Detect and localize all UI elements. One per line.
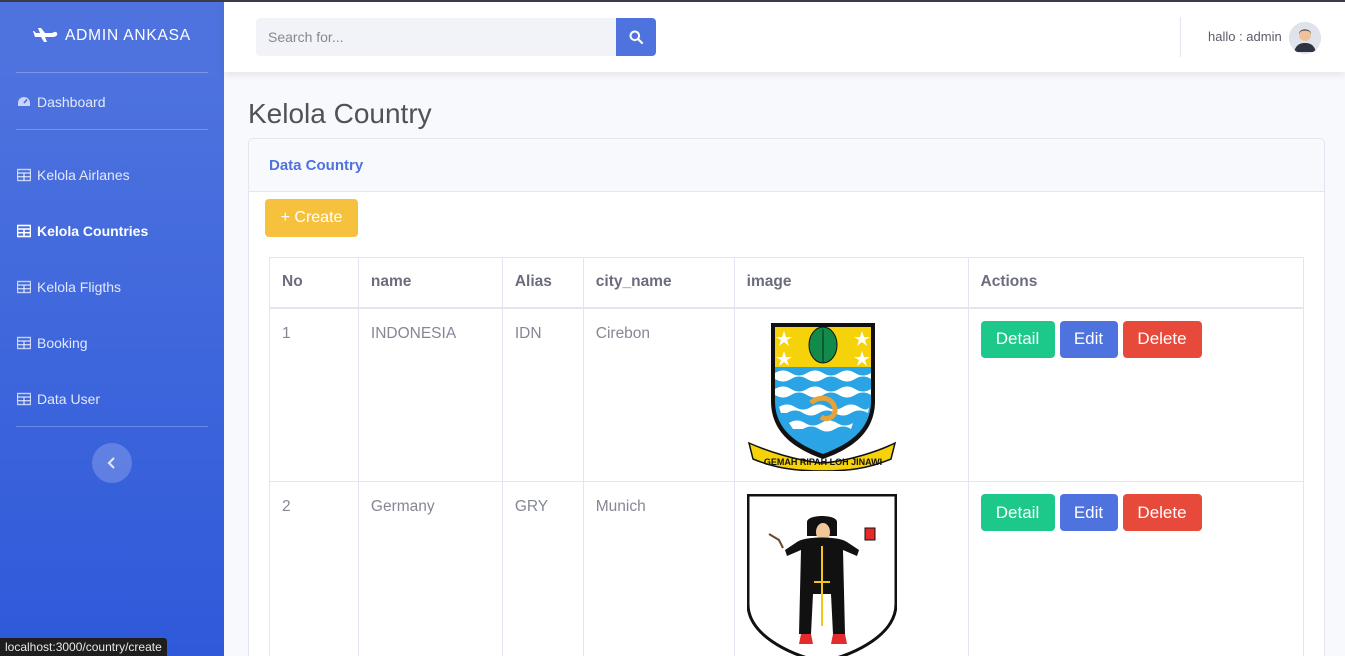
sidebar-item-data-user[interactable]: Data User (17, 387, 100, 411)
edit-button[interactable]: Edit (1059, 320, 1118, 358)
row-actions: Detail Edit Delete (980, 320, 1292, 358)
table-row: 1 INDONESIA IDN Cirebon GEMAH RIPAH LOH … (269, 307, 1304, 482)
table-icon (17, 336, 31, 350)
sidebar-item-label: Dashboard (37, 94, 106, 110)
card-title: Data Country (269, 157, 364, 174)
sidebar-item-countries[interactable]: Kelola Countries (17, 219, 148, 243)
browser-status-url: localhost:3000/country/create (0, 638, 167, 656)
cell-image: GEMAH RIPAH LOH JINAWI (733, 307, 969, 482)
cell-no: 2 (269, 481, 359, 656)
detail-button[interactable]: Detail (980, 494, 1055, 531)
search-input[interactable] (256, 18, 616, 56)
cell-actions: Detail Edit Delete (967, 481, 1304, 656)
sidebar-item-booking[interactable]: Booking (17, 331, 88, 355)
table-row: 2 Germany GRY Munich Detail Edit Delete (269, 481, 1304, 656)
page-title: Kelola Country (248, 98, 432, 129)
cell-alias: GRY (501, 481, 584, 656)
sidebar-item-label: Kelola Fligths (37, 279, 122, 295)
edit-button[interactable]: Edit (1059, 494, 1118, 531)
sidebar-brand[interactable]: ADMIN ANKASA (0, 18, 224, 54)
cell-name: INDONESIA (357, 307, 503, 482)
table-header-row: No name Alias city_name image Actions (269, 257, 1304, 309)
table-icon (17, 224, 31, 238)
column-header-alias[interactable]: Alias (501, 257, 584, 309)
user-avatar-icon (1289, 22, 1321, 54)
sidebar: ADMIN ANKASA Dashboard Kelola Airlanes K… (0, 0, 224, 656)
table-icon (17, 280, 31, 294)
chevron-left-icon (107, 457, 115, 469)
sidebar-item-label: Booking (37, 335, 88, 351)
table-icon (17, 168, 31, 182)
column-header-no[interactable]: No (269, 257, 359, 309)
cell-alias: IDN (501, 307, 584, 482)
delete-button[interactable]: Delete (1122, 494, 1202, 531)
plane-icon (33, 28, 58, 42)
sidebar-toggle-button[interactable] (92, 443, 132, 483)
search-form (256, 18, 656, 56)
cirebon-coat-of-arms-image: GEMAH RIPAH LOH JINAWI (747, 322, 896, 472)
column-header-name[interactable]: name (357, 257, 503, 309)
window-top-border (0, 0, 1345, 2)
sidebar-divider (16, 426, 208, 427)
sidebar-item-label: Data User (37, 391, 101, 407)
sidebar-item-airlanes[interactable]: Kelola Airlanes (17, 163, 130, 187)
cell-name: Germany (357, 481, 503, 656)
search-button[interactable] (616, 18, 656, 56)
detail-button[interactable]: Detail (980, 320, 1055, 358)
search-icon (629, 30, 643, 44)
column-header-image[interactable]: image (733, 257, 969, 309)
delete-button[interactable]: Delete (1122, 320, 1202, 358)
cell-city: Cirebon (582, 307, 735, 482)
motto-text: GEMAH RIPAH LOH JINAWI (763, 457, 881, 467)
column-header-actions[interactable]: Actions (967, 257, 1304, 309)
avatar[interactable] (1289, 22, 1321, 54)
cell-no: 1 (269, 307, 359, 482)
sidebar-divider (16, 129, 208, 130)
tachometer-icon (18, 97, 30, 106)
cell-city: Munich (582, 481, 735, 656)
topbar-divider (1180, 17, 1181, 57)
cell-image (733, 481, 969, 656)
row-actions: Detail Edit Delete (980, 494, 1292, 531)
table-icon (17, 392, 31, 406)
topbar: hallo : admin (224, 2, 1345, 72)
sidebar-item-flights[interactable]: Kelola Fligths (17, 275, 121, 299)
user-greeting[interactable]: hallo : admin (1208, 29, 1282, 44)
sidebar-item-dashboard[interactable]: Dashboard (17, 90, 106, 114)
brand-name: ADMIN ANKASA (65, 27, 191, 44)
data-country-card: Data Country + Create No name Alias city… (248, 138, 1325, 656)
sidebar-item-label: Kelola Countries (37, 223, 149, 239)
munich-coat-of-arms-image (746, 493, 898, 656)
country-table: No name Alias city_name image Actions 1 … (269, 257, 1304, 656)
column-header-city[interactable]: city_name (582, 257, 735, 309)
card-header: Data Country (249, 139, 1324, 192)
cell-actions: Detail Edit Delete (967, 307, 1304, 482)
create-button[interactable]: + Create (265, 199, 358, 237)
sidebar-divider (16, 72, 208, 73)
sidebar-item-label: Kelola Airlanes (37, 167, 130, 183)
